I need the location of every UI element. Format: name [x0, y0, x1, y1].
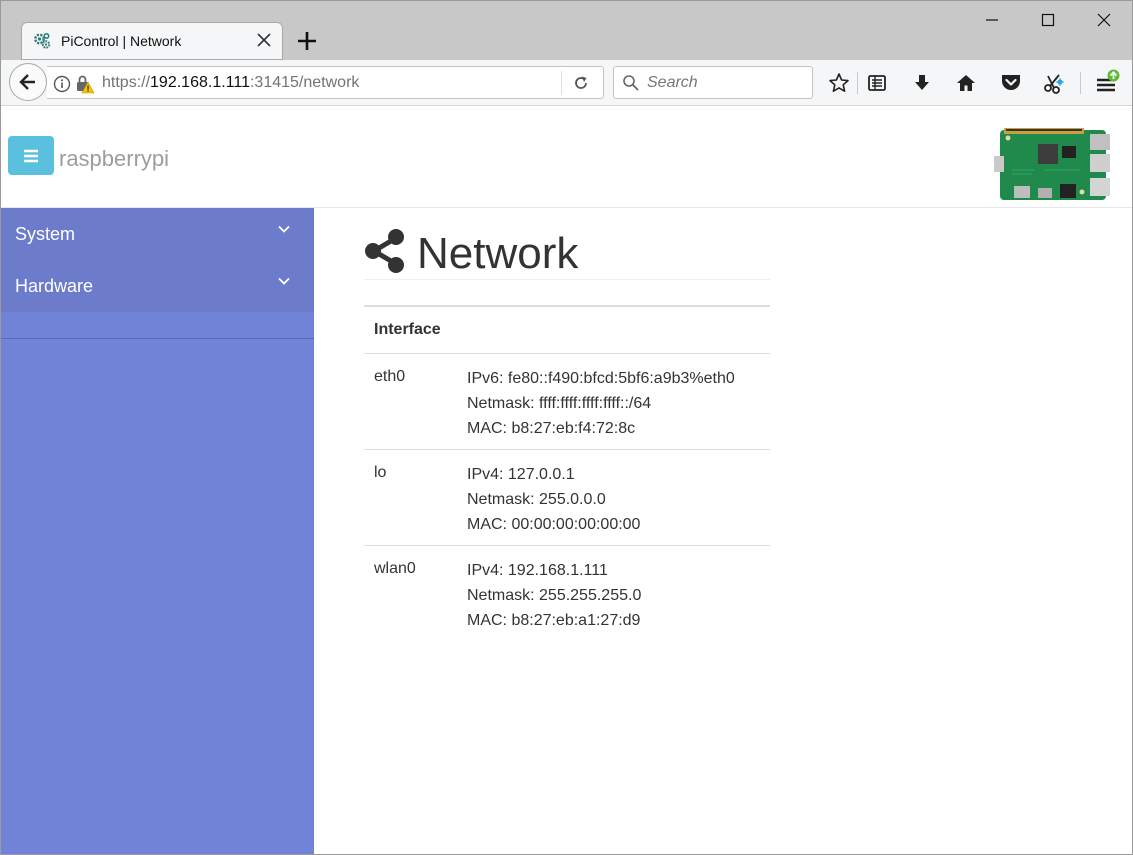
close-icon — [1097, 13, 1111, 27]
share-network-icon — [365, 229, 404, 273]
screenshot-extension-icon — [1044, 74, 1064, 94]
raspberry-pi-board-image — [994, 128, 1110, 200]
toolbar-divider — [857, 72, 858, 94]
home-icon — [957, 75, 975, 91]
insecure-lock-warning-icon[interactable] — [75, 74, 95, 94]
extension-button[interactable] — [1041, 69, 1069, 97]
tab-active[interactable]: PiControl | Network — [21, 22, 283, 60]
web-page: raspberrypi System Hardware Network Inte… — [1, 106, 1132, 854]
page-title: Network — [364, 218, 770, 280]
interface-name: eth0 — [374, 368, 406, 385]
interface-netmask: Netmask: 255.0.0.0 — [467, 491, 606, 508]
sidebar: System Hardware — [1, 208, 314, 854]
back-arrow-icon — [19, 74, 35, 90]
interface-name: lo — [374, 464, 387, 481]
search-icon — [623, 75, 639, 91]
url-divider — [561, 71, 562, 95]
chevron-down-icon — [278, 225, 290, 233]
gears-icon — [34, 32, 51, 49]
reload-icon[interactable] — [572, 74, 590, 92]
menu-icon — [24, 149, 38, 162]
search-bar[interactable] — [613, 66, 813, 99]
sidebar-item-hardware[interactable]: Hardware — [1, 260, 314, 312]
url-scheme: https:// — [102, 74, 151, 91]
sidebar-toggle-button[interactable] — [8, 136, 54, 175]
maximize-button[interactable] — [1020, 1, 1076, 39]
page-title-text: Network — [417, 229, 579, 278]
close-window-button[interactable] — [1076, 1, 1132, 39]
table-row: lo IPv4: 127.0.0.1 Netmask: 255.0.0.0 MA… — [364, 450, 770, 546]
interface-mac: MAC: 00:00:00:00:00:00 — [467, 516, 641, 533]
chevron-down-icon — [278, 277, 290, 285]
url-port-path: :31415/network — [249, 74, 360, 91]
site-header: raspberrypi — [1, 106, 1132, 208]
table-row: eth0 IPv6: fe80::f490:bfcd:5bf6:a9b3%eth… — [364, 354, 770, 450]
interface-netmask: Netmask: 255.255.255.0 — [467, 587, 642, 604]
sidebar-divider — [1, 338, 314, 339]
minimize-icon — [986, 19, 998, 21]
url-bar[interactable]: https://192.168.1.111:31415/network — [47, 66, 604, 99]
sidebar-item-label: System — [15, 224, 76, 244]
interface-mac: MAC: b8:27:eb:f4:72:8c — [467, 420, 636, 437]
column-header-interface: Interface — [374, 321, 441, 338]
sidebar-item-system[interactable]: System — [1, 208, 314, 260]
brand-name[interactable]: raspberrypi — [59, 146, 169, 172]
search-input[interactable] — [647, 73, 807, 93]
interface-details: IPv4: 127.0.0.1 Netmask: 255.0.0.0 MAC: … — [467, 462, 640, 537]
navigation-toolbar: https://192.168.1.111:31415/network — [1, 60, 1132, 106]
reading-list-button[interactable] — [863, 69, 891, 97]
title-bar: PiControl | Network — [1, 1, 1132, 60]
interface-name: wlan0 — [374, 560, 416, 577]
interface-address: IPv6: fe80::f490:bfcd:5bf6:a9b3%eth0 — [467, 370, 735, 387]
interface-address: IPv4: 192.168.1.111 — [467, 562, 608, 579]
table-row: wlan0 IPv4: 192.168.1.111 Netmask: 255.2… — [364, 546, 770, 642]
interface-details: IPv6: fe80::f490:bfcd:5bf6:a9b3%eth0 Net… — [467, 366, 735, 441]
network-interfaces-table: Interface eth0 IPv6: fe80::f490:bfcd:5bf… — [364, 305, 770, 642]
tab-title: PiControl | Network — [61, 33, 182, 49]
url-host: 192.168.1.111 — [150, 74, 250, 91]
interface-netmask: Netmask: ffff:ffff:ffff:ffff::/64 — [467, 395, 652, 412]
downloads-button[interactable] — [908, 69, 936, 97]
new-tab-icon[interactable] — [293, 27, 321, 55]
maximize-icon — [1041, 13, 1055, 27]
pocket-icon — [1002, 75, 1020, 90]
pocket-button[interactable] — [997, 69, 1025, 97]
toolbar-divider — [1080, 72, 1081, 94]
interface-details: IPv4: 192.168.1.111 Netmask: 255.255.255… — [467, 558, 641, 633]
browser-window: PiControl | Network https://192.168.1.11… — [0, 0, 1133, 855]
minimize-button[interactable] — [964, 1, 1020, 39]
back-button[interactable] — [9, 63, 47, 101]
open-menu-button[interactable] — [1093, 69, 1121, 97]
home-button[interactable] — [952, 69, 980, 97]
hamburger-menu-icon — [1097, 69, 1120, 92]
url-text[interactable]: https://192.168.1.111:31415/network — [102, 74, 359, 92]
sidebar-menu: System Hardware — [1, 208, 314, 312]
table-header-row: Interface — [364, 307, 770, 354]
download-arrow-icon — [915, 75, 929, 90]
info-icon[interactable] — [53, 75, 71, 93]
star-icon — [829, 73, 849, 92]
close-tab-icon[interactable] — [253, 29, 275, 51]
interface-mac: MAC: b8:27:eb:a1:27:d9 — [467, 612, 641, 629]
bookmark-star-button[interactable] — [825, 69, 853, 97]
sidebar-item-label: Hardware — [15, 276, 94, 296]
reader-list-icon — [868, 75, 886, 91]
interface-address: IPv4: 127.0.0.1 — [467, 466, 575, 483]
